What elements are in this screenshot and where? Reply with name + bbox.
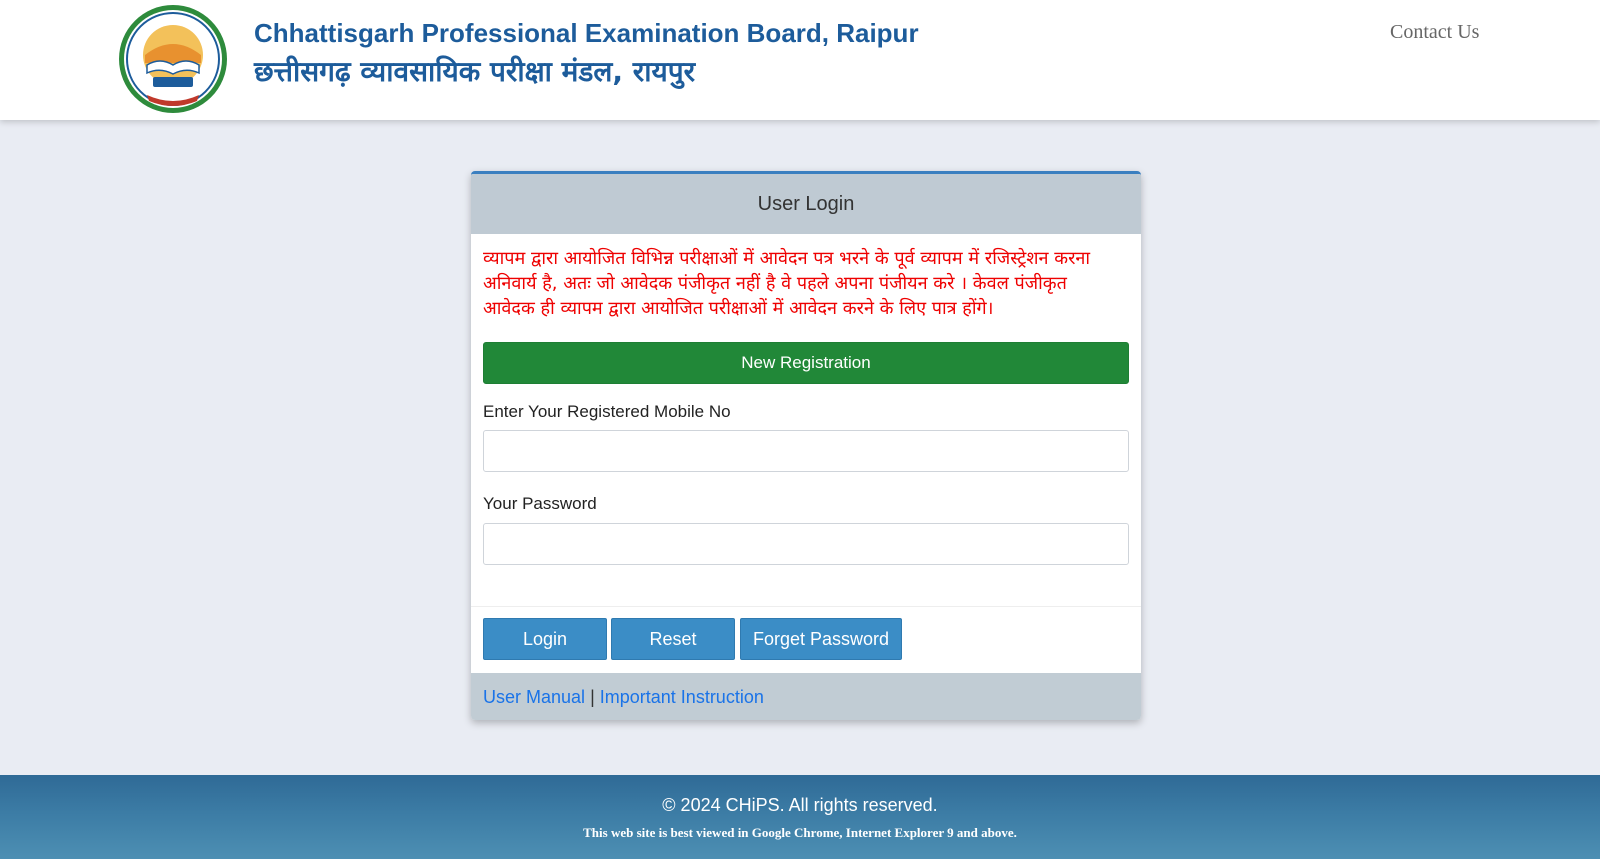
forget-password-button[interactable]: Forget Password [740,618,902,660]
org-name-hindi: छत्तीसगढ़ व्यावसायिक परीक्षा मंडल, रायपु… [254,55,696,88]
login-card-footer: User Manual | Important Instruction [471,673,1141,720]
org-name-english: Chhattisgarh Professional Examination Bo… [254,18,919,48]
registration-notice: व्यापम द्वारा आयोजित विभिन्न परीक्षाओं म… [483,248,1091,319]
vyapam-emblem-icon [119,5,227,113]
reset-button[interactable]: Reset [611,618,735,660]
copyright-text: © 2024 CHiPS. All rights reserved. [662,795,938,815]
mobile-label: Enter Your Registered Mobile No [483,402,731,421]
password-input[interactable] [483,523,1129,565]
form-divider [471,606,1141,607]
site-header: Chhattisgarh Professional Examination Bo… [0,0,1600,120]
user-manual-link[interactable]: User Manual [483,687,585,707]
login-button[interactable]: Login [483,618,607,660]
password-label: Your Password [483,494,597,513]
link-separator: | [590,687,595,707]
browser-note: This web site is best viewed in Google C… [583,825,1017,840]
login-title: User Login [471,174,1141,234]
mobile-input[interactable] [483,430,1129,472]
contact-us-link[interactable]: Contact Us [1390,21,1479,44]
important-instruction-link[interactable]: Important Instruction [600,687,764,707]
site-footer: © 2024 CHiPS. All rights reserved. This … [0,775,1600,859]
new-registration-button[interactable]: New Registration [483,342,1129,384]
login-card: User Login व्यापम द्वारा आयोजित विभिन्न … [471,171,1141,720]
